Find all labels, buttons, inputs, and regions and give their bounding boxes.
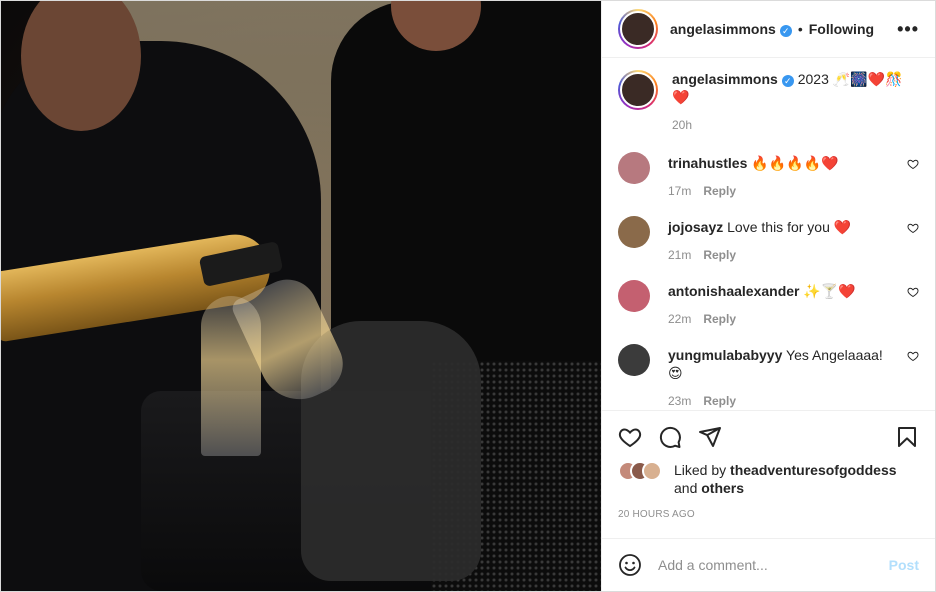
caption-age[interactable]: 20h — [672, 118, 692, 132]
author-avatar[interactable] — [618, 9, 658, 49]
commenter-username[interactable]: yungmulababyyy — [668, 347, 782, 363]
post-comment-button[interactable]: Post — [889, 557, 919, 573]
caption: angelasimmons ✓ 2023 🥂🎆❤️🎊❤️ 20h — [618, 70, 919, 134]
commenter-avatar[interactable] — [618, 344, 650, 376]
verified-badge-icon: ✓ — [781, 75, 794, 87]
comment-item: jojosayz Love this for you ❤️ 21m Reply — [618, 216, 919, 264]
comment-composer: Post — [602, 538, 935, 591]
comment-icon[interactable] — [658, 425, 682, 449]
comment-like-heart-icon[interactable] — [907, 158, 919, 170]
post-photo[interactable] — [1, 1, 601, 591]
comment-like-heart-icon[interactable] — [907, 286, 919, 298]
comment-age[interactable]: 23m — [668, 394, 691, 408]
verified-badge-icon: ✓ — [779, 25, 792, 37]
comment-item: yungmulababyyy Yes Angelaaaa! 😍 23m Reply — [618, 344, 919, 410]
reply-button[interactable]: Reply — [703, 394, 736, 408]
comment-item: trinahustles 🔥🔥🔥🔥❤️ 17m Reply — [618, 152, 919, 200]
bookmark-icon[interactable] — [895, 425, 919, 449]
author-username-text[interactable]: angelasimmons — [670, 21, 776, 37]
others-link[interactable]: others — [701, 480, 744, 496]
comment-text: 🔥🔥🔥🔥❤️ — [751, 155, 839, 171]
author-username[interactable]: angelasimmons ✓ — [670, 21, 792, 37]
post-header: angelasimmons ✓ • Following ••• — [602, 1, 935, 58]
commenter-avatar[interactable] — [618, 280, 650, 312]
liked-by-prefix: Liked by — [674, 462, 727, 478]
comment-item: antonishaalexander ✨🍸❤️ 22m Reply — [618, 280, 919, 328]
comment-age[interactable]: 17m — [668, 184, 691, 198]
reply-button[interactable]: Reply — [703, 184, 736, 198]
post-sidebar: angelasimmons ✓ • Following ••• angelasim… — [601, 1, 935, 591]
reply-button[interactable]: Reply — [703, 312, 736, 326]
comment-age[interactable]: 22m — [668, 312, 691, 326]
comments-list[interactable]: angelasimmons ✓ 2023 🥂🎆❤️🎊❤️ 20h trinahus… — [602, 58, 935, 410]
comment-text: ✨🍸❤️ — [803, 283, 856, 299]
following-button[interactable]: Following — [809, 21, 874, 37]
action-icons — [618, 423, 919, 451]
comment-like-heart-icon[interactable] — [907, 350, 919, 362]
header-separator: • — [797, 21, 803, 37]
reply-button[interactable]: Reply — [703, 248, 736, 262]
caption-avatar[interactable] — [618, 70, 658, 110]
liker-avatars[interactable] — [618, 461, 670, 497]
commenter-username[interactable]: trinahustles — [668, 155, 747, 171]
comment-like-heart-icon[interactable] — [907, 222, 919, 234]
post-timestamp[interactable]: 20 hours ago — [618, 509, 919, 520]
paper-plane-icon[interactable] — [698, 425, 722, 449]
top-liker-link[interactable]: theadventuresofgoddess — [730, 462, 896, 478]
smiley-icon[interactable] — [618, 553, 642, 577]
commenter-username[interactable]: jojosayz — [668, 219, 723, 235]
comment-age[interactable]: 21m — [668, 248, 691, 262]
heart-icon[interactable] — [618, 425, 642, 449]
caption-username[interactable]: angelasimmons — [672, 71, 778, 87]
comment-input[interactable] — [658, 557, 889, 573]
instagram-post: angelasimmons ✓ • Following ••• angelasim… — [0, 0, 936, 592]
post-actions: Liked by theadventuresofgoddess and othe… — [602, 410, 935, 538]
liked-by: Liked by theadventuresofgoddess and othe… — [618, 461, 919, 497]
commenter-avatar[interactable] — [618, 216, 650, 248]
more-options-icon[interactable]: ••• — [897, 19, 919, 40]
commenter-username[interactable]: antonishaalexander — [668, 283, 800, 299]
liked-by-conjunction: and — [674, 480, 698, 496]
commenter-avatar[interactable] — [618, 152, 650, 184]
comment-text: Love this for you ❤️ — [727, 219, 852, 235]
